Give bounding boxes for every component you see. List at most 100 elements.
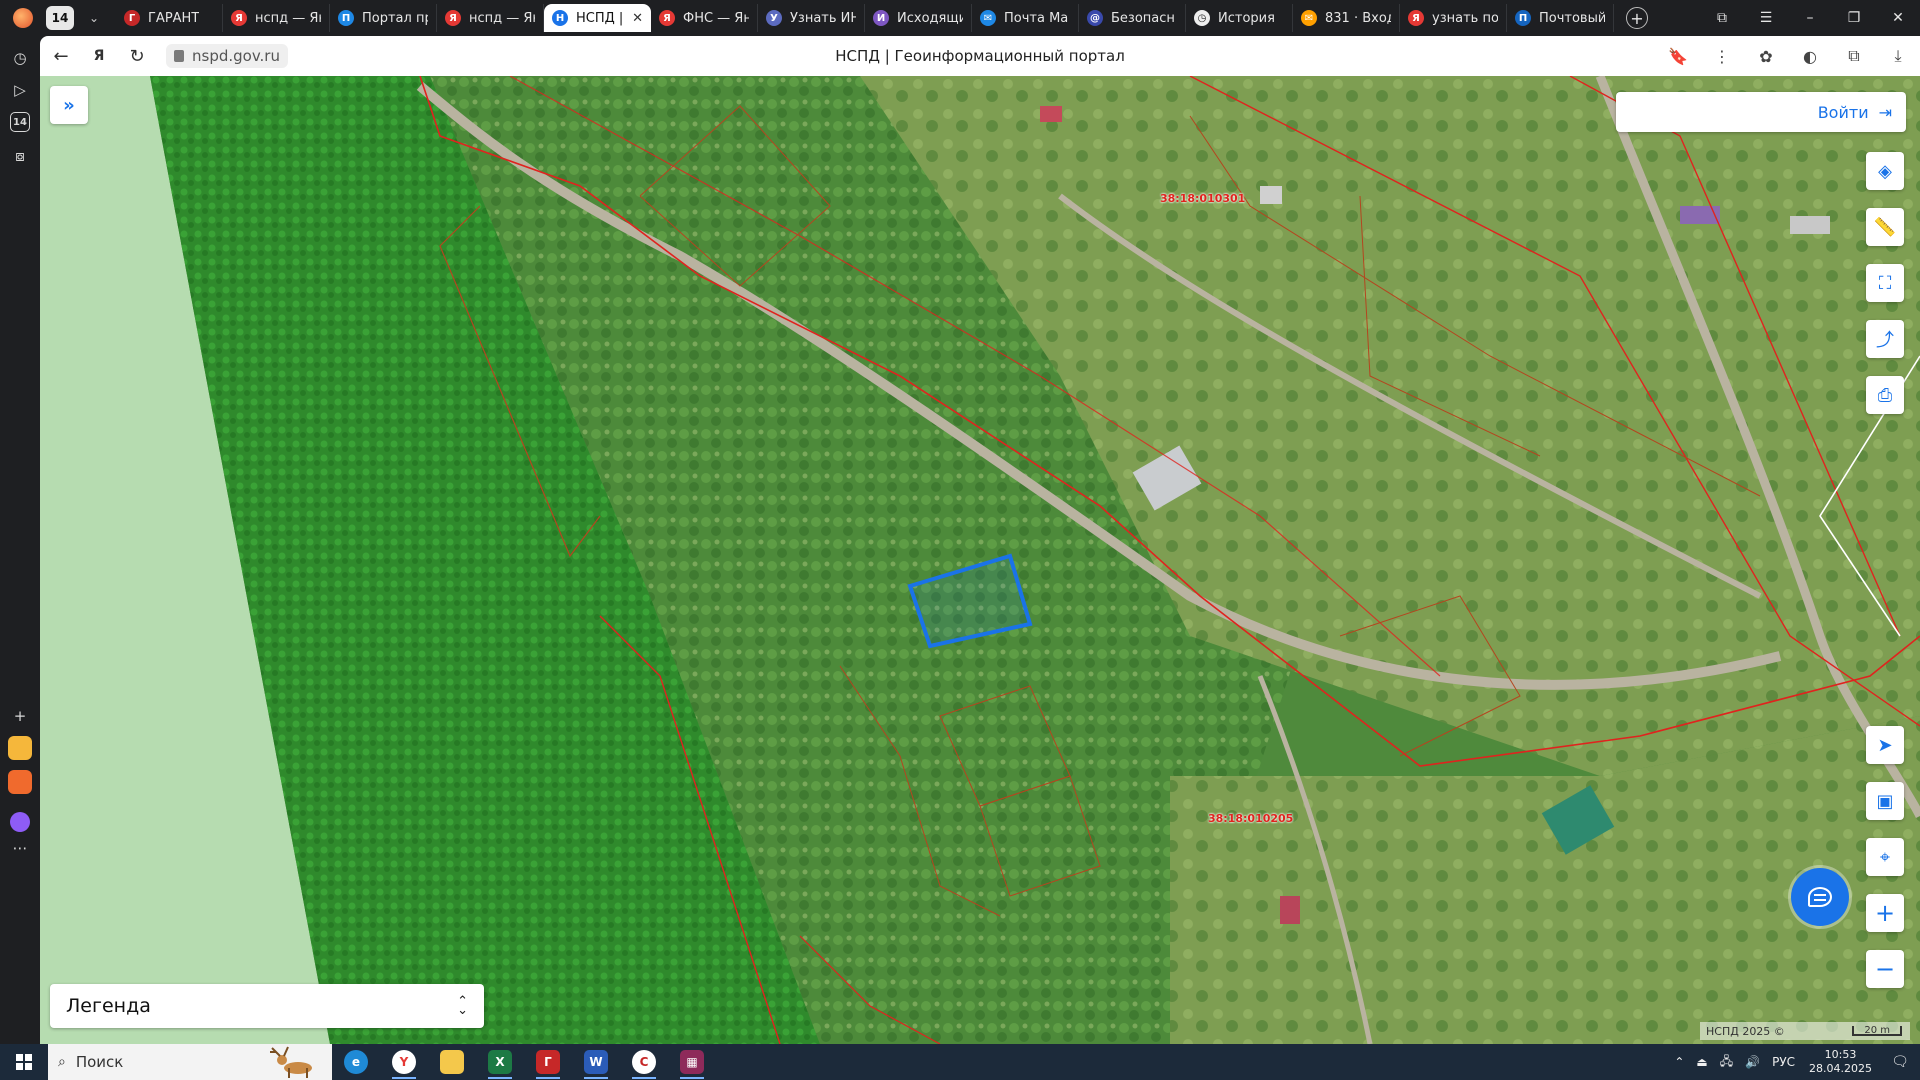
back-button[interactable]: ← [44, 39, 78, 73]
taskbar-yandex-browser[interactable]: Y [380, 1044, 428, 1080]
basemap-button[interactable]: ▣ [1866, 782, 1904, 820]
taskbar-word[interactable]: W [572, 1044, 620, 1080]
browser-sidebar: ◷ ▷ 14 ⧇ + ⋯ [0, 36, 40, 1044]
tab-3[interactable]: Янспд — Яндекс [437, 4, 544, 32]
network-icon[interactable]: 🖧 [1714, 1052, 1739, 1073]
taskbar-edge[interactable]: e [332, 1044, 380, 1080]
tab-2[interactable]: П Портал пр [330, 4, 437, 32]
garant-app-icon: Г [536, 1050, 560, 1074]
login-label: Войти [1817, 102, 1869, 122]
tab-10[interactable]: ◷ История [1186, 4, 1293, 32]
minimize-button[interactable]: – [1788, 10, 1832, 26]
bookmark-icon[interactable]: 🔖 [1656, 47, 1700, 66]
yandex-browser-logo-icon[interactable] [0, 0, 46, 36]
taskbar-app-c[interactable]: C [620, 1044, 668, 1080]
tab-7[interactable]: И Исходящи [865, 4, 972, 32]
select-area-button[interactable]: ⛶ [1866, 264, 1904, 302]
portal-icon: П [338, 10, 354, 26]
browser-menu-icon[interactable]: ☰ [1744, 10, 1788, 26]
yandex-browser-icon: Y [392, 1050, 416, 1074]
legend-panel[interactable]: Легенда ⌃ ⌄ [50, 984, 484, 1028]
tab-9[interactable]: @ Безопасн [1079, 4, 1186, 32]
tab-1[interactable]: Янспд — Яндекс [223, 4, 330, 32]
windows-taskbar: ⌕ Поиск e Y X Г W C ▦ ⌃ ⏏ 🖧 🔊 РУС 10:53 … [0, 1044, 1920, 1080]
tab-title: 831 · Вход [1325, 10, 1391, 26]
language-indicator[interactable]: РУС [1766, 1055, 1801, 1069]
tab-11[interactable]: ✉ 831 · Вход [1293, 4, 1400, 32]
play-icon[interactable]: ▷ [8, 78, 32, 102]
vpn-icon[interactable]: ◐ [1788, 47, 1832, 66]
tabs-panel-icon[interactable]: ⧉ [1700, 10, 1744, 26]
close-window-button[interactable]: ✕ [1876, 10, 1920, 26]
tab-title: История [1218, 10, 1275, 26]
tab-12[interactable]: Яузнать по [1400, 4, 1507, 32]
tab-4[interactable]: Н НСПД | ✕ [544, 4, 651, 32]
clock[interactable]: 10:53 28.04.2025 [1801, 1048, 1880, 1076]
print-button[interactable]: ⎙ [1866, 376, 1904, 414]
tab-8[interactable]: ✉ Почта Ма [972, 4, 1079, 32]
security-icon: @ [1087, 10, 1103, 26]
collections-icon[interactable]: ⧉ [1832, 46, 1876, 66]
search-location-button[interactable]: ⌖ [1866, 838, 1904, 876]
expand-panel-button[interactable]: » [50, 86, 88, 124]
taskbar-winrar[interactable]: ▦ [668, 1044, 716, 1080]
usb-icon[interactable]: ⏏ [1690, 1055, 1713, 1069]
chat-support-button[interactable] [1791, 868, 1849, 926]
yandex-icon: Я [445, 10, 461, 26]
more-options-icon[interactable]: ⋮ [1700, 47, 1744, 66]
taskbar-excel[interactable]: X [476, 1044, 524, 1080]
print-icon: ⎙ [1877, 384, 1893, 406]
screenshot-icon[interactable]: ⧇ [8, 144, 32, 168]
geolocation-button[interactable]: ➤ [1866, 726, 1904, 764]
share-button[interactable]: ⤴ [1866, 320, 1904, 358]
select-area-icon: ⛶ [1878, 272, 1892, 294]
more-icon[interactable]: ⋯ [8, 836, 32, 860]
app-hand-icon[interactable] [8, 736, 32, 760]
downloads-icon[interactable]: ⤓ [1876, 46, 1920, 66]
taskbar-garant[interactable]: Г [524, 1044, 572, 1080]
windows-logo-icon [16, 1054, 32, 1070]
tab-counter-button[interactable]: 14 [46, 6, 74, 30]
history-icon[interactable]: ◷ [8, 46, 32, 70]
new-tab-button[interactable]: + [1626, 7, 1648, 29]
tab-title: ФНС — Яндекс [683, 10, 749, 26]
tray-expand-icon[interactable]: ⌃ [1668, 1055, 1690, 1069]
zoom-in-button[interactable]: + [1866, 894, 1904, 932]
tab-list: Г ГАРАНТ Янспд — Яндекс П Портал пр Янспд — Я… [116, 4, 1614, 32]
measure-button[interactable]: 📏 [1866, 208, 1904, 246]
tab-6[interactable]: У Узнать ИН [758, 4, 865, 32]
history-icon: ◷ [1194, 10, 1210, 26]
extension-icon[interactable]: ✿ [1744, 47, 1788, 66]
plus-icon: + [1874, 899, 1896, 927]
login-button[interactable]: Войти ⇥ [1616, 92, 1906, 132]
volume-icon[interactable]: 🔊 [1739, 1055, 1766, 1069]
alice-icon[interactable] [8, 810, 32, 834]
taskbar-explorer[interactable] [428, 1044, 476, 1080]
taskbar-search[interactable]: ⌕ Поиск [48, 1044, 332, 1080]
reload-button[interactable]: ↻ [120, 39, 154, 73]
layers-button[interactable]: ◈ [1866, 152, 1904, 190]
layers-icon: ◈ [1878, 160, 1892, 182]
start-button[interactable] [0, 1044, 48, 1080]
garant-icon: Г [124, 10, 140, 26]
url-field[interactable]: nspd.gov.ru [166, 44, 288, 68]
map-canvas[interactable]: 38:18:010301 38:18:010205 » Войти ⇥ ◈ 📏 … [40, 76, 1920, 1044]
close-tab-icon[interactable]: ✕ [628, 11, 643, 26]
tab-title: Портал пр [362, 10, 428, 26]
satellite-imagery [40, 76, 1920, 1044]
calendar-badge-icon[interactable]: 14 [10, 112, 30, 132]
tab-title: Почта Ма [1004, 10, 1069, 26]
app-mail-icon[interactable] [8, 770, 32, 794]
notifications-icon[interactable]: 🗨 [1880, 1054, 1920, 1070]
tab-5[interactable]: Я ФНС — Яндекс [651, 4, 758, 32]
tab-title: Узнать ИН [790, 10, 856, 26]
zoom-out-button[interactable]: − [1866, 950, 1904, 988]
restore-button[interactable]: ❐ [1832, 10, 1876, 26]
tab-0[interactable]: Г ГАРАНТ [116, 4, 223, 32]
address-bar-actions: 🔖 ⋮ ✿ ◐ ⧉ ⤓ [1656, 46, 1920, 66]
mail-yandex-icon: ✉ [1301, 10, 1317, 26]
yandex-icon[interactable]: Я [82, 39, 116, 73]
chevron-down-icon[interactable]: ⌄ [80, 6, 108, 30]
add-icon[interactable]: + [8, 704, 32, 728]
tab-13[interactable]: П Почтовый [1507, 4, 1614, 32]
